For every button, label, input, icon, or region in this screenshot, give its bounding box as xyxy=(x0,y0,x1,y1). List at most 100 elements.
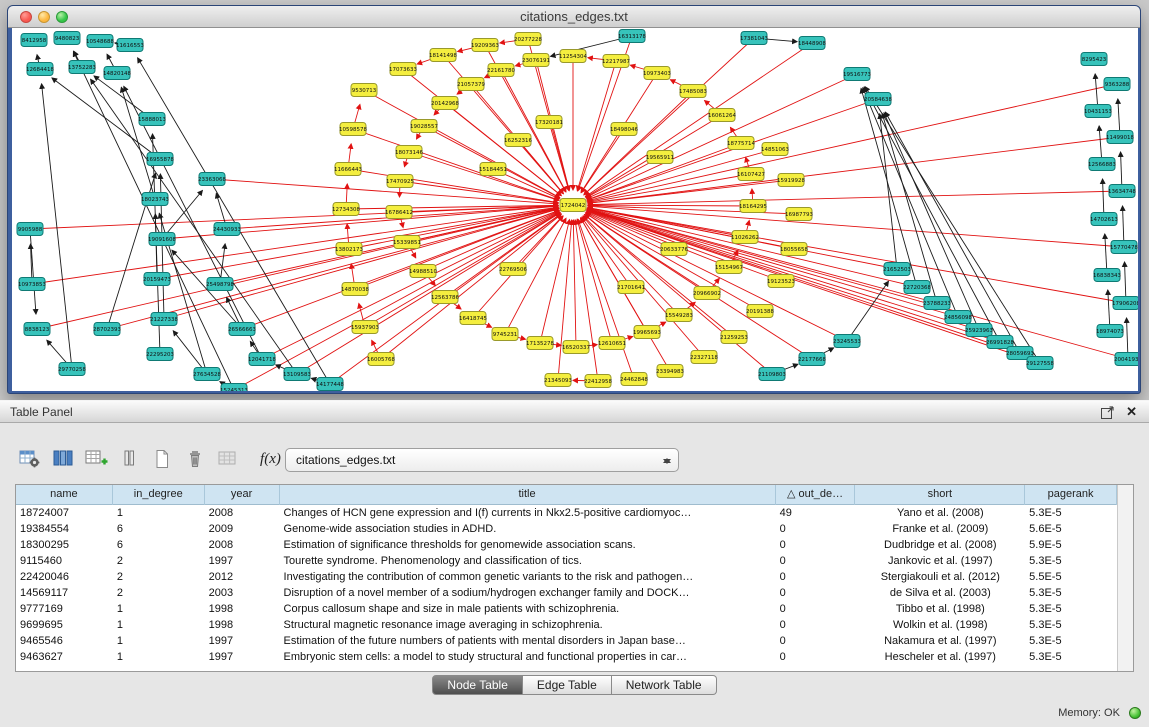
graph-node[interactable]: 20159473 xyxy=(143,273,171,286)
graph-node[interactable]: 18023743 xyxy=(141,193,169,206)
graph-node[interactable]: 15154967 xyxy=(715,261,743,274)
vertical-scrollbar[interactable] xyxy=(1117,485,1133,671)
graph-node[interactable]: 25498798 xyxy=(206,278,234,291)
graph-node[interactable]: 21259253 xyxy=(720,331,748,344)
graph-node[interactable]: 18055658 xyxy=(780,243,808,256)
graph-node[interactable]: 14988510 xyxy=(409,265,437,278)
graph-node[interactable]: 26566663 xyxy=(228,323,256,336)
graph-node[interactable]: 20633776 xyxy=(660,243,688,256)
graph-node[interactable]: 8412958 xyxy=(21,34,47,47)
graph-node[interactable]: 16418745 xyxy=(459,312,487,325)
close-panel-icon[interactable]: ✕ xyxy=(1126,404,1137,420)
graph-node[interactable]: 15184451 xyxy=(479,163,507,176)
graph-edge[interactable] xyxy=(581,218,670,371)
graph-edge[interactable] xyxy=(588,205,753,206)
network-canvas[interactable]: 1724042112543041221798710973403174850831… xyxy=(12,28,1138,391)
graph-node[interactable]: 8295423 xyxy=(1081,53,1107,66)
graph-node[interactable]: 13634748 xyxy=(1108,185,1136,198)
graph-edge[interactable] xyxy=(121,87,155,199)
graph-node[interactable]: 18498046 xyxy=(610,123,638,136)
graph-node[interactable]: 22177668 xyxy=(798,353,826,366)
function-builder-button[interactable]: f(x) xyxy=(253,448,287,472)
graph-edge[interactable] xyxy=(30,206,558,229)
graph-edge[interactable] xyxy=(588,84,1117,202)
graph-node[interactable]: 15919928 xyxy=(777,174,805,187)
graph-node[interactable]: 14702613 xyxy=(1090,213,1118,226)
graph-edge[interactable] xyxy=(30,229,36,314)
graph-node[interactable]: 21652503 xyxy=(883,263,911,276)
graph-node[interactable]: 20277228 xyxy=(514,33,542,46)
float-panel-icon[interactable] xyxy=(1100,405,1115,420)
column-header-name[interactable]: name xyxy=(16,485,113,505)
graph-node[interactable]: 23788233 xyxy=(923,297,951,310)
graph-node[interactable]: 23394983 xyxy=(656,365,684,378)
graph-node[interactable]: 15888013 xyxy=(138,113,166,126)
graph-node[interactable]: 13752283 xyxy=(68,61,96,74)
graph-node[interactable]: 16061264 xyxy=(708,109,736,122)
graph-node[interactable]: 24462848 xyxy=(620,373,648,386)
graph-node[interactable]: 28702393 xyxy=(93,323,121,336)
graph-node[interactable]: 9530713 xyxy=(351,84,377,97)
graph-edge[interactable] xyxy=(37,208,558,329)
graph-node[interactable]: 29770258 xyxy=(58,363,86,376)
graph-node[interactable]: 23245533 xyxy=(833,335,861,348)
graph-node[interactable]: 12610651 xyxy=(598,337,626,350)
graph-node[interactable]: 18164295 xyxy=(739,200,767,213)
graph-node[interactable]: 20191388 xyxy=(746,305,774,318)
graph-node[interactable]: 17320181 xyxy=(535,116,563,129)
graph-node[interactable]: 20142968 xyxy=(431,97,459,110)
graph-node[interactable]: 25923963 xyxy=(965,324,993,337)
citation-network-graph[interactable]: 1724042112543041221798710973403174850831… xyxy=(12,28,1138,391)
graph-node[interactable]: 14851063 xyxy=(761,143,789,156)
graph-node[interactable]: 19516773 xyxy=(843,68,871,81)
tab-network-table[interactable]: Network Table xyxy=(612,675,717,695)
graph-node[interactable]: 16955878 xyxy=(146,153,174,166)
table-selector-dropdown[interactable]: citations_edges.txt xyxy=(285,448,679,472)
graph-node[interactable]: 16987793 xyxy=(785,208,813,221)
graph-edge[interactable] xyxy=(573,220,576,347)
graph-edge[interactable] xyxy=(588,206,1124,247)
graph-node[interactable]: 19028557 xyxy=(410,120,438,133)
table-row[interactable]: 1830029562008Estimation of significance … xyxy=(16,537,1117,553)
column-header-title[interactable]: title xyxy=(280,485,776,505)
table-row[interactable]: 911546021997Tourette syndrome. Phenomeno… xyxy=(16,553,1117,569)
graph-node[interactable]: 22720368 xyxy=(903,281,931,294)
graph-node[interactable]: 12566883 xyxy=(1088,158,1116,171)
table-row[interactable]: 946554611997Estimation of the future num… xyxy=(16,633,1117,649)
graph-node[interactable]: 9363288 xyxy=(1104,78,1130,91)
graph-node[interactable]: 21227338 xyxy=(150,313,178,326)
table-row[interactable]: 969969511998Structural magnetic resonanc… xyxy=(16,617,1117,633)
graph-node[interactable]: 14820148 xyxy=(103,67,131,80)
graph-node[interactable]: 22327118 xyxy=(690,351,718,364)
graph-node[interactable]: 17485083 xyxy=(679,85,707,98)
graph-node[interactable]: 29127558 xyxy=(1026,357,1054,370)
graph-node[interactable]: 18073146 xyxy=(395,146,423,159)
graph-node[interactable]: 19091608 xyxy=(148,233,176,246)
graph-node[interactable]: 18448908 xyxy=(798,37,826,50)
graph-node[interactable]: 17906208 xyxy=(1112,297,1138,310)
graph-node[interactable]: 16005768 xyxy=(367,353,395,366)
column-header-out_de[interactable]: △ out_de… xyxy=(776,485,856,505)
graph-node[interactable]: 15549283 xyxy=(665,309,693,322)
graph-node[interactable]: 22769506 xyxy=(499,263,527,276)
graph-node[interactable]: 16786412 xyxy=(385,206,413,219)
graph-edge[interactable] xyxy=(587,211,729,267)
table-row[interactable]: 977716911998Corpus callosum shape and si… xyxy=(16,601,1117,617)
graph-node[interactable]: 20041938 xyxy=(1114,353,1138,366)
graph-node[interactable]: 16520337 xyxy=(562,341,590,354)
graph-node[interactable]: 12217987 xyxy=(602,55,630,68)
graph-node[interactable]: 24430933 xyxy=(213,223,241,236)
graph-node[interactable]: 22295203 xyxy=(146,348,174,361)
graph-node[interactable]: 16313178 xyxy=(618,30,646,43)
graph-node[interactable]: 21345093 xyxy=(544,374,572,387)
graph-node[interactable]: 21109803 xyxy=(758,368,786,381)
table-row[interactable]: 946362711997Embryonic stem cells: a mode… xyxy=(16,649,1117,665)
graph-node[interactable]: 17073633 xyxy=(389,63,417,76)
column-header-year[interactable]: year xyxy=(205,485,280,505)
graph-node[interactable]: 19965693 xyxy=(633,326,661,339)
graph-node[interactable]: 24856098 xyxy=(944,311,972,324)
graph-edge[interactable] xyxy=(587,209,979,330)
graph-node[interactable]: 18775714 xyxy=(727,137,755,150)
graph-node[interactable]: 12734308 xyxy=(332,203,360,216)
graph-node[interactable]: 23363068 xyxy=(198,173,226,186)
